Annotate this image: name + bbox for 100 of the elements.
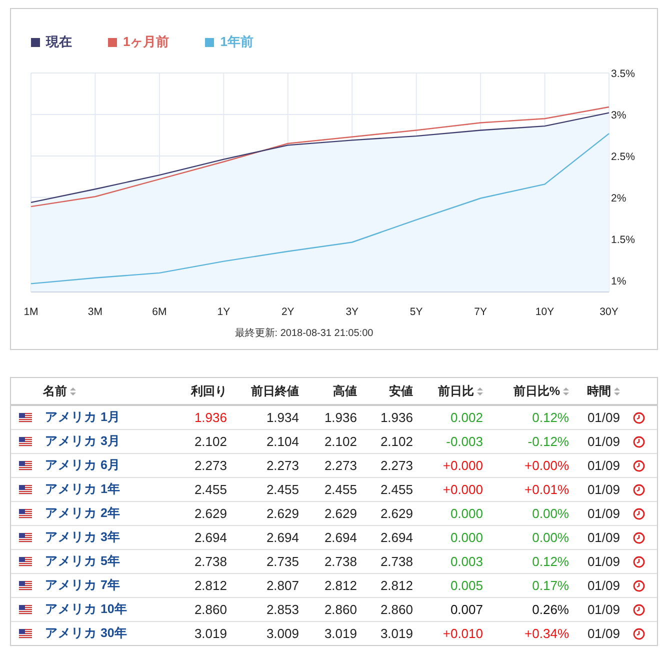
y-axis-label: 3.5% (611, 68, 635, 80)
y-axis-label: 2.5% (611, 150, 635, 163)
table-cell-text: 0.003 (449, 554, 483, 569)
table-cell-text: 2.694 (323, 530, 357, 545)
table-cell-text: 2.807 (265, 578, 299, 593)
table-cell-text: 01/09 (586, 530, 620, 545)
table-cell-text: 0.007 (449, 602, 483, 617)
clock-icon (632, 580, 644, 592)
table-cell-text: 01/09 (586, 578, 620, 593)
table-cell-text: 0.00% (531, 530, 569, 545)
table-cell-text: 01/09 (586, 506, 620, 521)
table-cell-text: 0.002 (449, 410, 483, 425)
table-cell-text: -0.12% (526, 434, 569, 449)
bond-name-link[interactable]: アメリカ 30年 (45, 626, 128, 640)
legend-label[interactable]: 現在 (46, 33, 72, 51)
bond-name-link[interactable]: アメリカ 1月 (45, 410, 120, 424)
x-axis-label: 2Y (281, 306, 294, 318)
x-axis-label: 7Y (474, 306, 487, 318)
table-cell-text: -0.003 (445, 434, 483, 449)
table-cell-text: 01/09 (586, 482, 620, 497)
clock-icon (632, 628, 644, 640)
clock-icon (632, 532, 644, 544)
table-cell-text: 2.860 (379, 602, 413, 617)
table-cell-text: 0.12% (531, 554, 569, 569)
table-cell-text: 01/09 (586, 626, 620, 641)
bond-name-link[interactable]: アメリカ 1年 (45, 482, 120, 496)
table-cell-text: 2.860 (323, 602, 357, 617)
table-cell-text: 2.455 (265, 482, 299, 497)
bond-name-link[interactable]: アメリカ 10年 (45, 602, 128, 616)
table-cell-text: 2.455 (323, 482, 357, 497)
table-cell-text: 2.738 (193, 554, 227, 569)
flag-icon (18, 508, 32, 518)
table-cell-text: 2.812 (193, 578, 227, 593)
table-cell-text: 0.000 (449, 506, 483, 521)
column-header: 利回り (191, 382, 227, 400)
clock-icon (632, 436, 644, 448)
clock-icon (632, 604, 644, 616)
sort-icon[interactable] (614, 386, 620, 396)
flag-icon (18, 532, 32, 542)
sort-icon[interactable] (563, 386, 569, 396)
flag-icon (18, 436, 32, 446)
table-cell-text: 2.694 (265, 530, 299, 545)
table-cell-text: 0.005 (449, 578, 483, 593)
bond-name-link[interactable]: アメリカ 3月 (45, 434, 120, 448)
table-cell-text: 2.812 (379, 578, 413, 593)
clock-icon (632, 484, 644, 496)
table-cell-text: 1.936 (379, 410, 413, 425)
table-cell-text: 2.629 (265, 506, 299, 521)
table-cell-text: 01/09 (586, 554, 620, 569)
table-cell-text: 2.273 (265, 458, 299, 473)
y-axis-label: 3% (611, 109, 626, 122)
table-cell-text: +0.010 (442, 626, 483, 641)
flag-icon (18, 460, 32, 470)
table-cell-text: 2.853 (265, 602, 299, 617)
table-cell-text: 01/09 (586, 458, 620, 473)
table-cell-text: +0.00% (524, 458, 569, 473)
table-cell-text: 2.735 (265, 554, 299, 569)
bond-name-link[interactable]: アメリカ 6月 (45, 458, 120, 472)
table-cell-text: 1.934 (265, 410, 299, 425)
table-cell-text: 2.738 (379, 554, 413, 569)
bond-name-link[interactable]: アメリカ 3年 (45, 530, 120, 544)
table-cell-text: 2.102 (379, 434, 413, 449)
table-cell-text: 3.009 (265, 626, 299, 641)
x-axis-label: 3M (88, 306, 103, 318)
table-cell-text: 2.694 (193, 530, 227, 545)
table-cell-text: 0.17% (531, 578, 569, 593)
clock-icon (632, 460, 644, 472)
table-cell-text: 2.694 (379, 530, 413, 545)
clock-icon (632, 556, 644, 568)
x-axis-label: 5Y (410, 306, 423, 318)
y-axis-label: 1.5% (611, 234, 635, 246)
bond-name-link[interactable]: アメリカ 7年 (45, 578, 120, 592)
table-cell-text: 2.104 (265, 434, 299, 449)
x-axis-label: 10Y (535, 306, 554, 318)
column-header[interactable]: 前日比% (513, 382, 569, 400)
table-cell-text: 3.019 (193, 626, 227, 641)
column-header[interactable]: 時間 (587, 382, 620, 400)
sort-icon[interactable] (70, 386, 76, 396)
column-header: 前日終値 (251, 382, 299, 400)
column-header: 安値 (389, 382, 413, 400)
table-cell-text: 0.000 (449, 530, 483, 545)
last-updated-text: 最終更新: 2018-08-31 21:05:00 (234, 326, 374, 340)
table-cell-text: 01/09 (586, 602, 620, 617)
column-header[interactable]: 前日比 (438, 382, 483, 400)
table-cell-text: 2.812 (323, 578, 357, 593)
y-axis-label: 1% (611, 275, 626, 288)
table-cell-text: 2.738 (323, 554, 357, 569)
flag-icon (18, 556, 32, 566)
table-cell-text: 01/09 (586, 410, 620, 425)
table-cell-text: 1.936 (193, 410, 227, 425)
table-cell-text: 0.00% (531, 506, 569, 521)
flag-icon (18, 604, 32, 614)
bond-name-link[interactable]: アメリカ 5年 (45, 554, 120, 568)
y-axis-label: 2% (611, 192, 626, 204)
bond-name-link[interactable]: アメリカ 2年 (45, 506, 120, 520)
column-header[interactable]: 名前 (43, 382, 76, 400)
legend-label[interactable]: 1ヶ月前 (123, 33, 170, 51)
table-cell-text: 2.629 (379, 506, 413, 521)
x-axis-label: 3Y (346, 306, 359, 318)
sort-icon[interactable] (477, 386, 483, 396)
